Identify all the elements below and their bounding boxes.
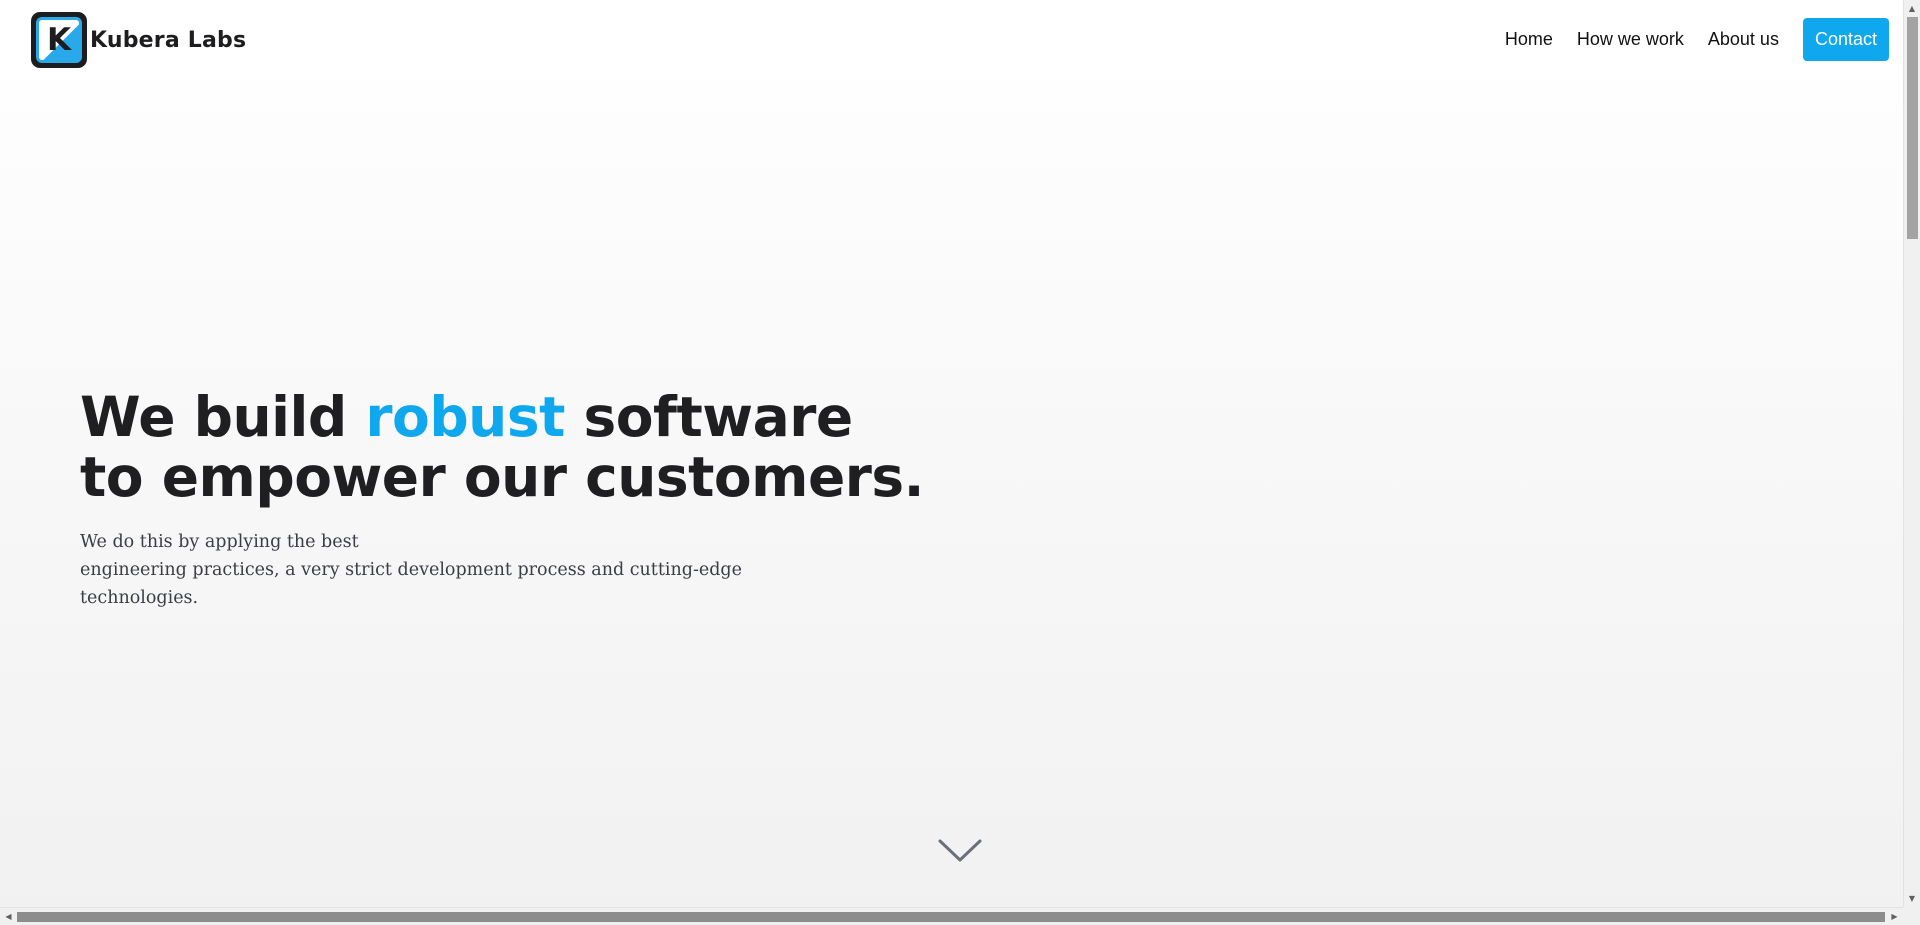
hero-subtitle-line3: technologies. bbox=[80, 588, 199, 608]
viewport: K Kubera Labs Home How we work About us … bbox=[0, 0, 1903, 907]
hero-subtitle-line1: We do this by applying the best bbox=[80, 532, 359, 552]
triangle-down-icon[interactable]: ▼ bbox=[1904, 890, 1920, 907]
hero-subtitle-line2: engineering practices, a very strict dev… bbox=[80, 560, 742, 580]
brand-logo-letter: K bbox=[46, 21, 72, 58]
page: K Kubera Labs Home How we work About us … bbox=[0, 0, 1920, 925]
main-nav: Home How we work About us Contact bbox=[1481, 18, 1889, 61]
site-header: K Kubera Labs Home How we work About us … bbox=[0, 0, 1903, 80]
scroll-down-chevron-icon[interactable] bbox=[937, 836, 983, 866]
nav-link-how-we-work[interactable]: How we work bbox=[1577, 18, 1684, 61]
horizontal-scrollbar[interactable]: ◀ ▶ bbox=[0, 907, 1920, 925]
brand-logo-icon: K bbox=[31, 12, 87, 68]
contact-button[interactable]: Contact bbox=[1802, 18, 1889, 61]
hero-title-part1: We build bbox=[80, 385, 366, 449]
brand-name: Kubera Labs bbox=[90, 27, 247, 53]
triangle-left-icon[interactable]: ◀ bbox=[0, 908, 17, 925]
nav-link-home[interactable]: Home bbox=[1505, 18, 1553, 61]
horizontal-scrollbar-thumb[interactable] bbox=[17, 912, 1885, 922]
hero-title-accent: robust bbox=[365, 385, 565, 449]
brand-logo-link[interactable]: K Kubera Labs bbox=[31, 12, 246, 68]
vertical-scrollbar-thumb[interactable] bbox=[1907, 17, 1918, 239]
triangle-up-icon[interactable]: ▲ bbox=[1904, 0, 1920, 17]
scrollbar-corner bbox=[1903, 907, 1920, 925]
hero-title-line2: to empower our customers. bbox=[80, 445, 925, 509]
vertical-scrollbar[interactable]: ▲ ▼ bbox=[1903, 0, 1920, 907]
hero-title-part2: software bbox=[564, 385, 854, 449]
brand-logo-badge: K bbox=[36, 17, 82, 63]
hero-subtitle: We do this by applying the best engineer… bbox=[80, 528, 760, 612]
chevron-down-icon bbox=[938, 839, 982, 862]
nav-link-about-us[interactable]: About us bbox=[1708, 18, 1779, 61]
hero-title: We build robust software to empower our … bbox=[80, 385, 925, 509]
triangle-right-icon[interactable]: ▶ bbox=[1886, 908, 1903, 925]
